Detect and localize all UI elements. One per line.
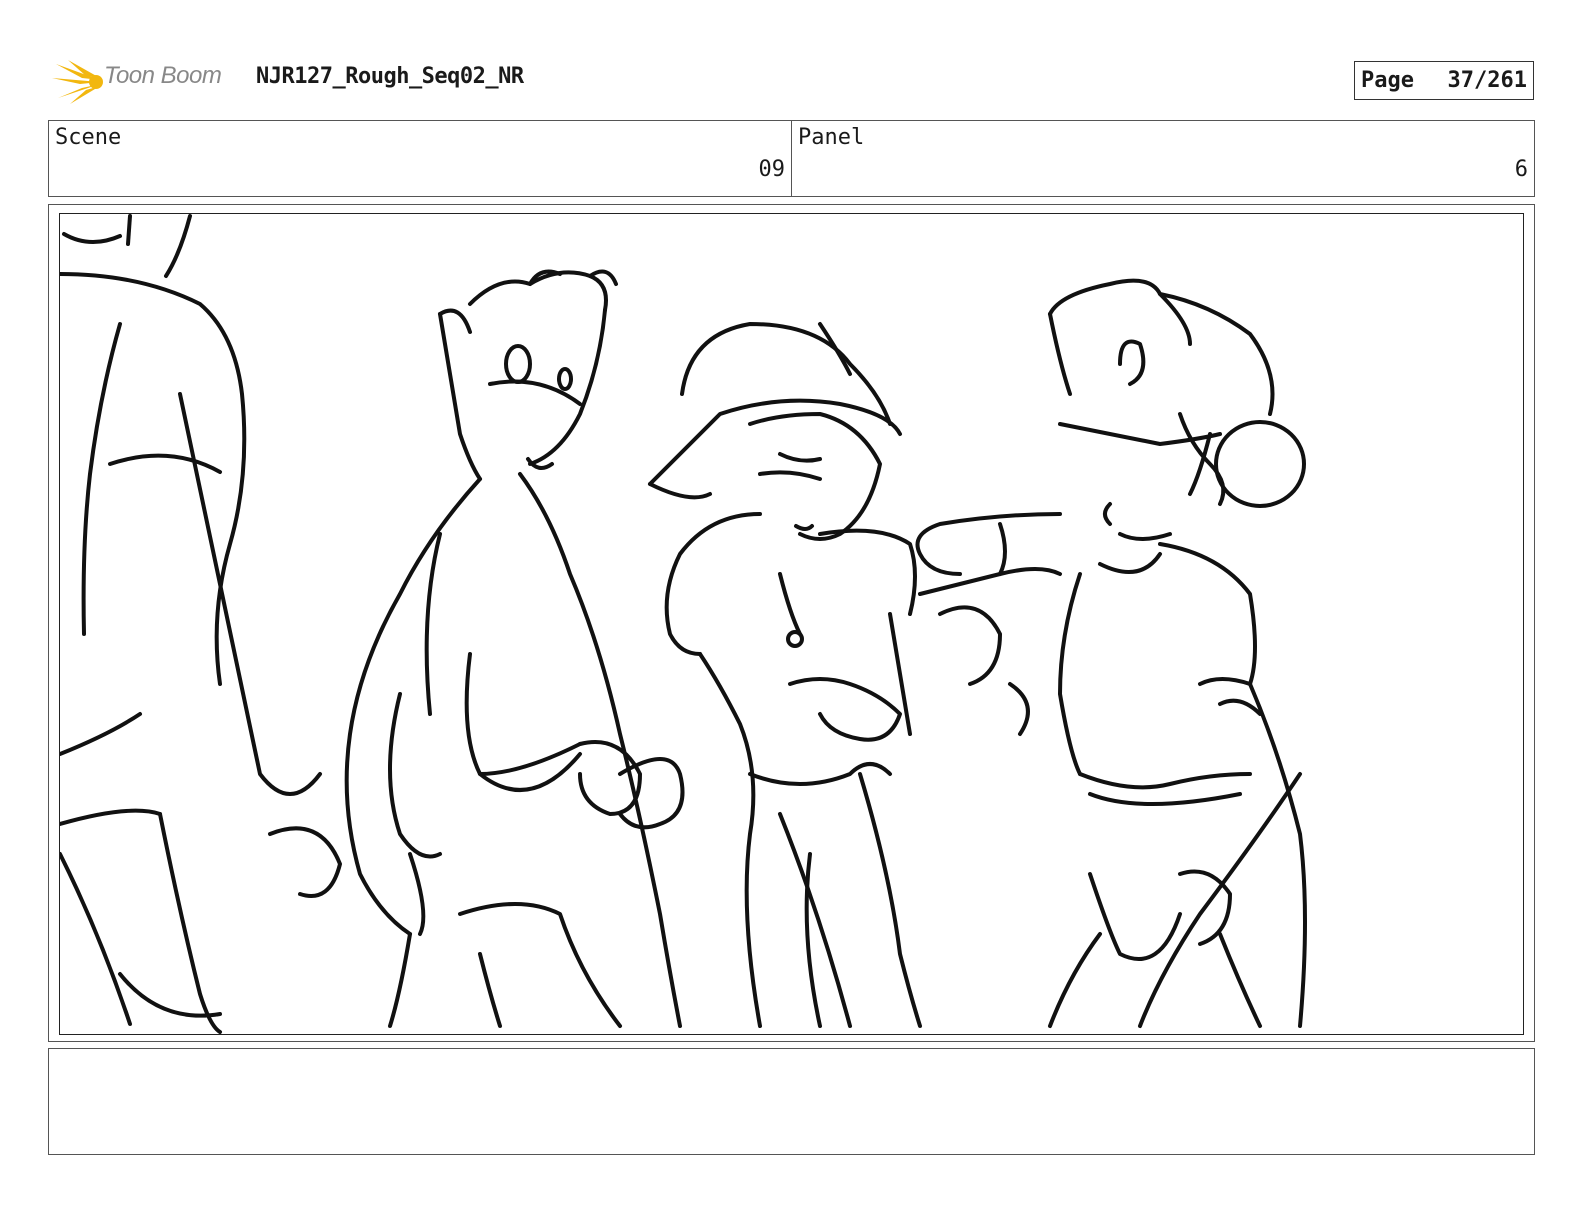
logo-wordmark: Toon Boom <box>104 62 222 89</box>
page-indicator: Page 37/261 <box>1354 61 1534 100</box>
panel-drawing-area <box>59 213 1524 1035</box>
scene-label: Scene <box>55 125 122 150</box>
girl-figure-sketch <box>648 322 922 1028</box>
panel-label: Panel <box>798 125 865 150</box>
storyboard-sketch <box>60 214 1307 1034</box>
panel-notes-box <box>48 1048 1535 1155</box>
scene-panel-info: Scene 09 Panel 6 <box>48 120 1535 197</box>
woman-figure-sketch <box>915 278 1307 1028</box>
document-title: NJR127_Rough_Seq02_NR <box>256 64 524 89</box>
page-label: Page <box>1361 68 1414 93</box>
left-figure-sketch <box>60 214 342 1034</box>
scene-cell: Scene 09 <box>49 121 791 196</box>
scene-number: 09 <box>758 157 786 182</box>
toon-boom-logo: Toon Boom <box>52 58 242 106</box>
storyboard-panel <box>48 204 1535 1042</box>
toon-boom-burst-icon <box>52 60 103 104</box>
panel-cell: Panel 6 <box>791 121 1534 196</box>
panel-number: 6 <box>1514 157 1528 182</box>
boy-figure-sketch <box>344 269 685 1028</box>
page-number: 37/261 <box>1447 68 1527 93</box>
